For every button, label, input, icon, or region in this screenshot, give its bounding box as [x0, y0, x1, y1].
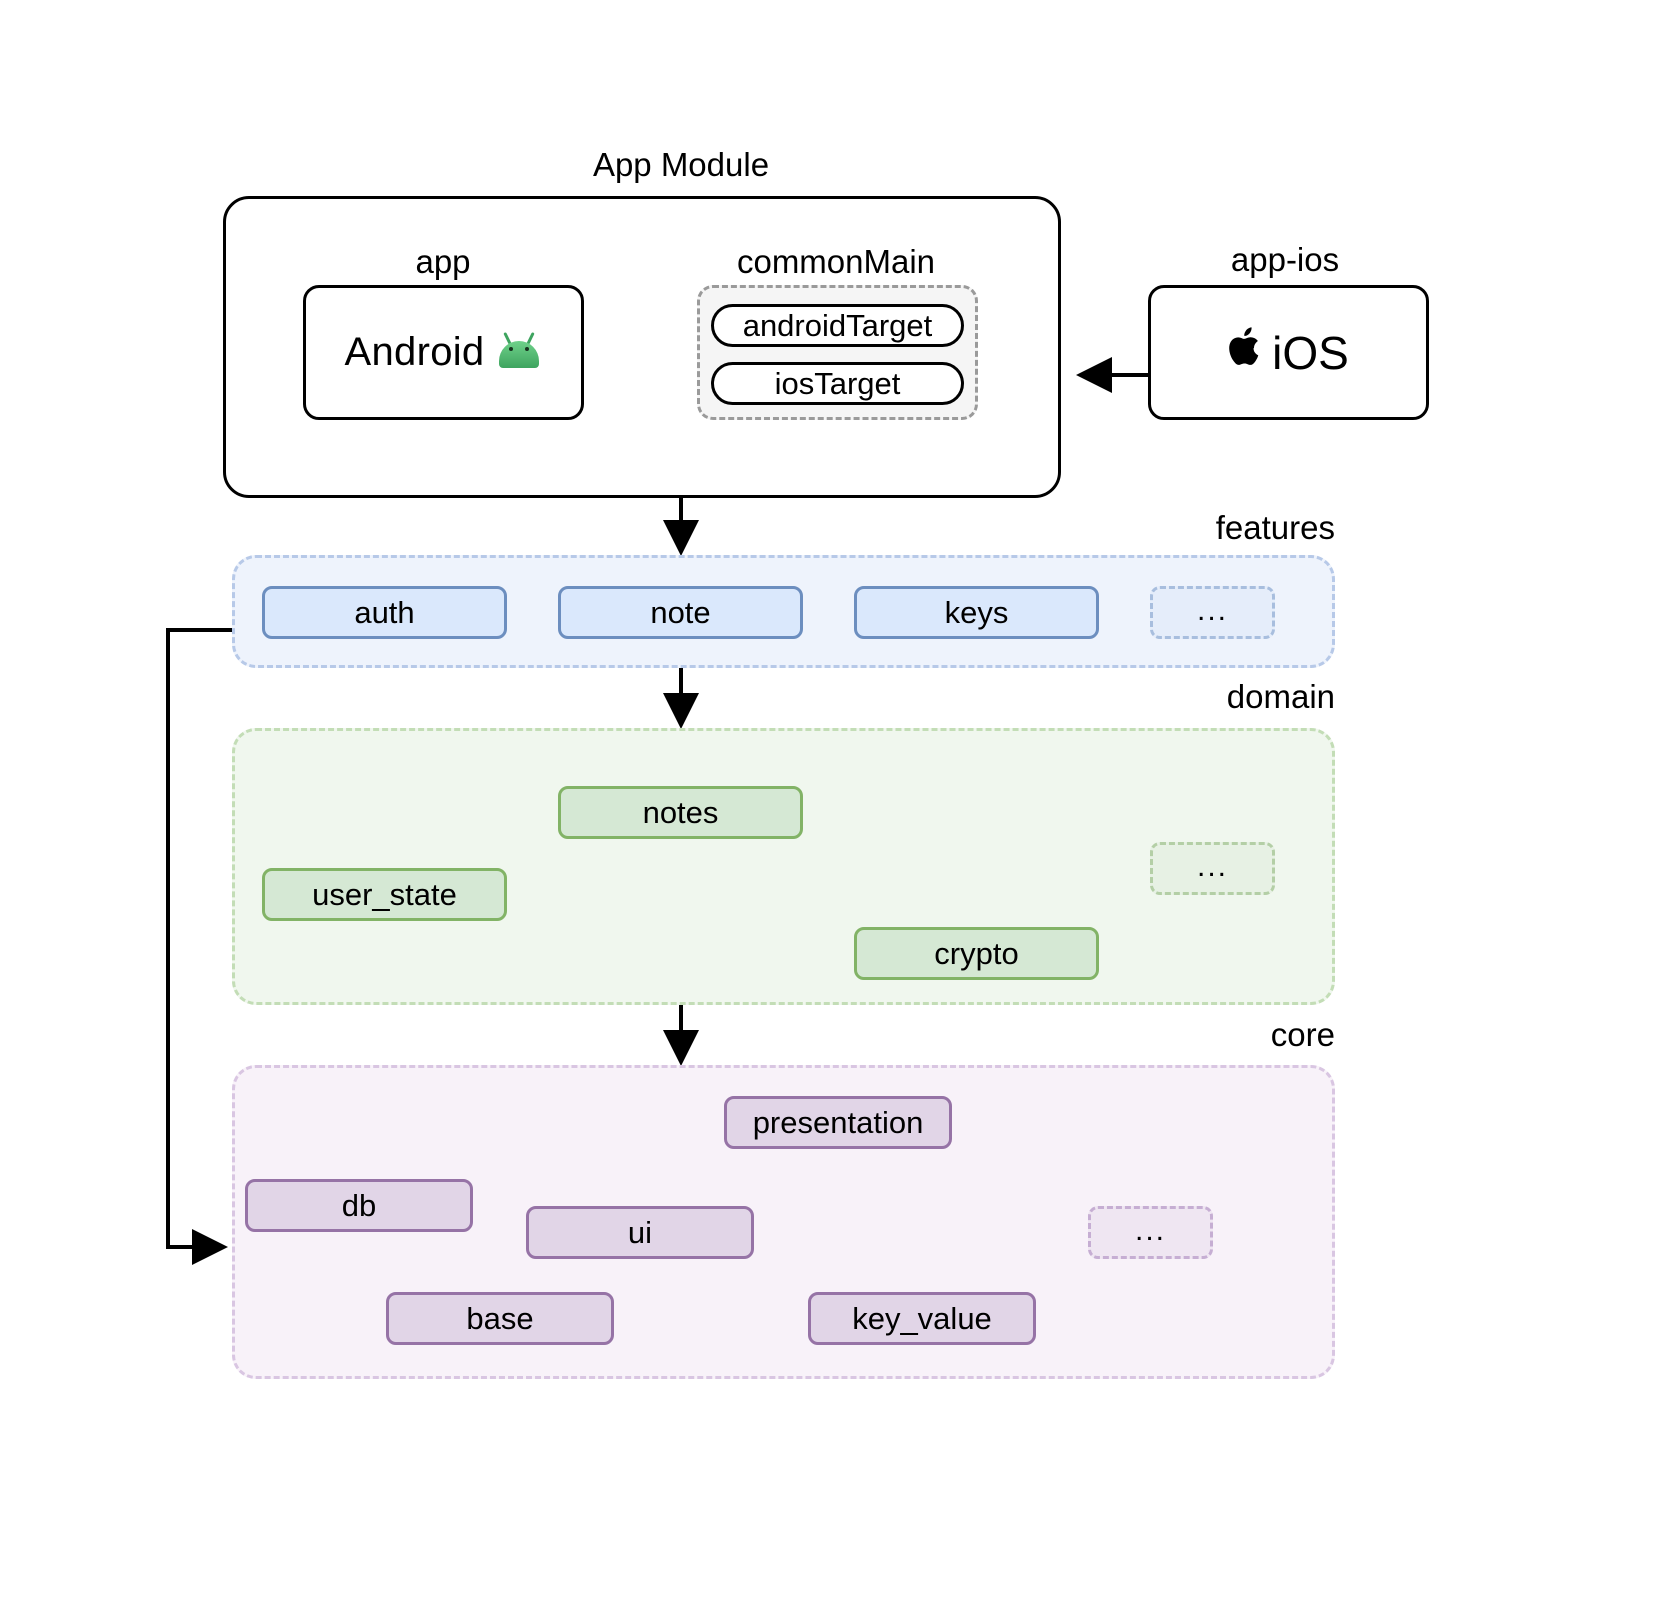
node-note-label: note — [650, 595, 711, 630]
apple-logo-icon — [1228, 324, 1266, 381]
android-label: Android — [344, 330, 485, 374]
node-ui-label: ui — [627, 1215, 653, 1250]
node-base-label: base — [466, 1301, 534, 1336]
android-node[interactable]: Android — [303, 285, 584, 420]
node-note[interactable]: note — [558, 586, 803, 639]
node-crypto-label: crypto — [934, 936, 1019, 971]
node-key-value-label: key_value — [852, 1301, 992, 1336]
node-presentation-label: presentation — [752, 1105, 924, 1140]
app-subgroup-label: app — [415, 243, 471, 280]
node-crypto[interactable]: crypto — [854, 927, 1099, 980]
app-module-title: App Module — [592, 146, 770, 183]
node-core-more[interactable]: ... — [1088, 1206, 1213, 1259]
features-layer-label: features — [1215, 509, 1335, 546]
node-features-more[interactable]: ... — [1150, 586, 1275, 639]
node-db[interactable]: db — [245, 1179, 473, 1232]
node-presentation[interactable]: presentation — [724, 1096, 952, 1149]
diagram-canvas: App Module app Android commonMain androi… — [0, 0, 1674, 1614]
android-robot-icon — [496, 331, 542, 368]
node-key-value[interactable]: key_value — [808, 1292, 1036, 1345]
ios-target-pill[interactable]: iosTarget — [711, 362, 964, 405]
commonmain-label: commonMain — [736, 243, 936, 280]
node-auth[interactable]: auth — [262, 586, 507, 639]
android-target-pill[interactable]: androidTarget — [711, 304, 964, 347]
node-ui[interactable]: ui — [526, 1206, 754, 1259]
android-target-label: androidTarget — [742, 307, 933, 343]
node-user-state[interactable]: user_state — [262, 868, 507, 921]
node-core-more-label: ... — [1134, 1213, 1166, 1247]
node-domain-more-label: ... — [1196, 849, 1228, 883]
node-auth-label: auth — [354, 595, 415, 630]
node-user-state-label: user_state — [312, 877, 457, 912]
node-features-more-label: ... — [1196, 593, 1228, 627]
node-domain-more[interactable]: ... — [1150, 842, 1275, 895]
ios-target-label: iosTarget — [774, 365, 901, 401]
node-base[interactable]: base — [386, 1292, 614, 1345]
node-db-label: db — [341, 1188, 377, 1223]
node-keys[interactable]: keys — [854, 586, 1099, 639]
edge-features-to-core — [166, 628, 232, 1265]
node-keys-label: keys — [944, 595, 1009, 630]
node-notes-label: notes — [642, 795, 719, 830]
ios-label: iOS — [1272, 326, 1349, 379]
app-ios-label: app-ios — [1230, 241, 1340, 278]
core-layer-label: core — [1270, 1016, 1335, 1053]
app-ios-node[interactable]: iOS — [1148, 285, 1429, 420]
domain-layer-label: domain — [1226, 678, 1335, 715]
node-notes[interactable]: notes — [558, 786, 803, 839]
